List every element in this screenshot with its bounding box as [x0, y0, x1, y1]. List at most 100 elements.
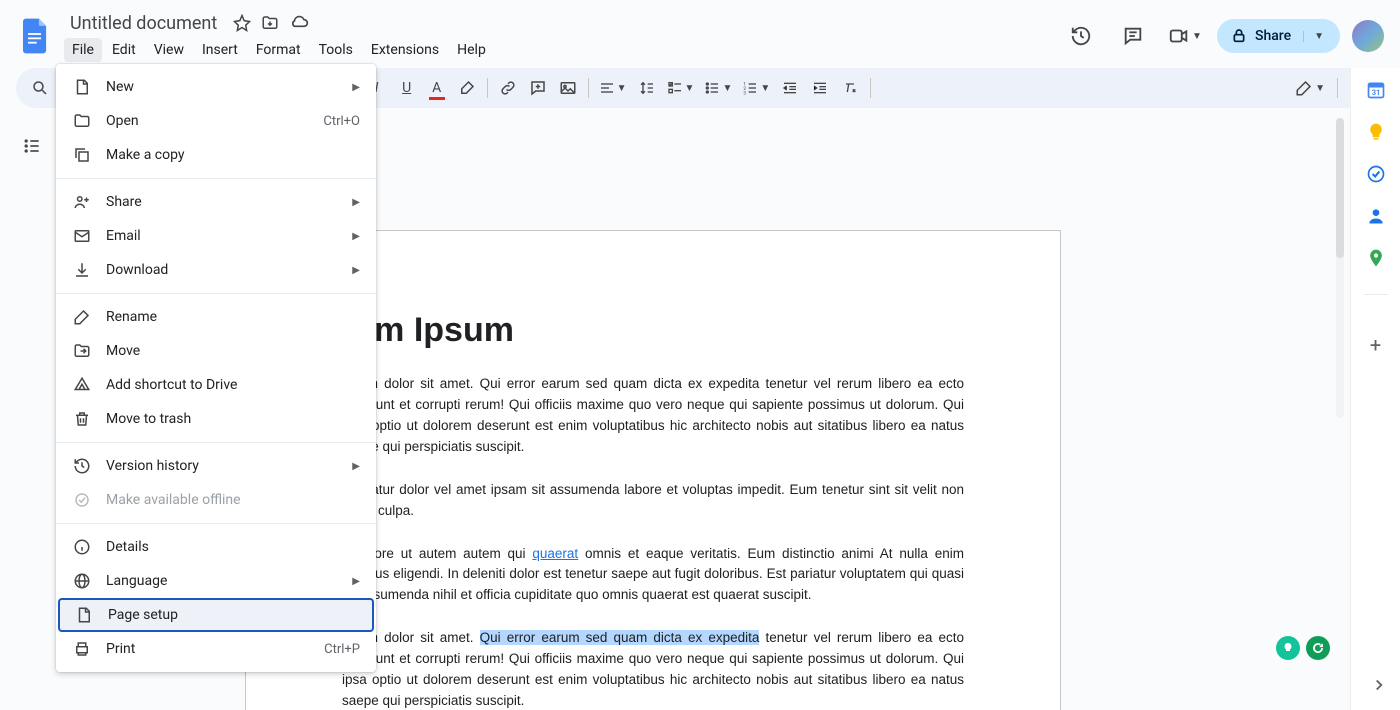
- menu-item-move[interactable]: Move: [56, 334, 376, 368]
- menu-item-make-copy[interactable]: Make a copy: [56, 138, 376, 172]
- get-addons-button[interactable]: +: [1370, 333, 1381, 357]
- menu-label: Version history: [106, 458, 338, 474]
- menu-item-details[interactable]: Details: [56, 530, 376, 564]
- numbered-list-button[interactable]: 123▼: [738, 74, 774, 102]
- decrease-indent-button[interactable]: [776, 74, 804, 102]
- contacts-app-icon[interactable]: [1366, 206, 1386, 226]
- title-area: Untitled document File Edit View Insert …: [64, 11, 1061, 62]
- doc-paragraph[interactable]: d dolore ut autem autem qui quaerat omni…: [342, 544, 964, 607]
- share-label: Share: [1255, 28, 1291, 44]
- menu-separator: [56, 442, 376, 443]
- menubar: File Edit View Insert Format Tools Exten…: [64, 38, 1061, 62]
- menu-label: Print: [106, 641, 310, 657]
- line-spacing-button[interactable]: [633, 74, 661, 102]
- page-setup-icon: [74, 605, 94, 625]
- menu-label: Add shortcut to Drive: [106, 377, 360, 393]
- menu-label: New: [106, 79, 338, 95]
- menu-item-version-history[interactable]: Version history ▶: [56, 449, 376, 483]
- document-icon: [72, 77, 92, 97]
- doc-paragraph[interactable]: sequatur dolor vel amet ipsam sit assume…: [342, 480, 964, 522]
- menu-item-share[interactable]: Share ▶: [56, 185, 376, 219]
- menu-item-new[interactable]: New ▶: [56, 70, 376, 104]
- menu-item-download[interactable]: Download ▶: [56, 253, 376, 287]
- history-icon[interactable]: [1061, 16, 1101, 56]
- checklist-button[interactable]: ▼: [663, 74, 699, 102]
- toolbar-separator: [588, 78, 589, 98]
- document-title[interactable]: Untitled document: [64, 11, 223, 36]
- menu-item-move-trash[interactable]: Move to trash: [56, 402, 376, 436]
- bulleted-list-button[interactable]: ▼: [700, 74, 736, 102]
- account-avatar[interactable]: [1352, 20, 1384, 52]
- floating-badges: [1276, 636, 1330, 660]
- menu-item-open[interactable]: Open Ctrl+O: [56, 104, 376, 138]
- editing-mode-button[interactable]: ▼: [1291, 74, 1329, 102]
- insert-link-button[interactable]: [494, 74, 522, 102]
- hide-side-panel-button[interactable]: [1370, 676, 1388, 694]
- highlight-color-button[interactable]: [453, 74, 481, 102]
- header: Untitled document File Edit View Insert …: [0, 0, 1400, 64]
- comments-icon[interactable]: [1113, 16, 1153, 56]
- menu-label: Move to trash: [106, 411, 360, 427]
- menu-extensions[interactable]: Extensions: [363, 38, 447, 62]
- menu-format[interactable]: Format: [248, 38, 309, 62]
- menu-item-language[interactable]: Language ▶: [56, 564, 376, 598]
- doc-heading[interactable]: rem Ipsum: [342, 311, 964, 350]
- offline-icon: [72, 490, 92, 510]
- menu-label: Share: [106, 194, 338, 210]
- menu-item-rename[interactable]: Rename: [56, 300, 376, 334]
- selected-text[interactable]: Qui error earum sed quam dicta ex expedi…: [480, 630, 760, 645]
- menu-label: Download: [106, 262, 338, 278]
- move-icon: [72, 341, 92, 361]
- move-folder-icon[interactable]: [261, 14, 279, 32]
- toolbar-separator: [487, 78, 488, 98]
- calendar-app-icon[interactable]: 31: [1366, 80, 1386, 100]
- increase-indent-button[interactable]: [806, 74, 834, 102]
- underline-button[interactable]: U: [393, 74, 421, 102]
- menu-item-add-shortcut[interactable]: Add shortcut to Drive: [56, 368, 376, 402]
- menu-file[interactable]: File: [64, 38, 102, 62]
- maps-app-icon[interactable]: [1366, 248, 1386, 268]
- docs-logo-icon[interactable]: [16, 16, 56, 56]
- menu-label: Email: [106, 228, 338, 244]
- doc-paragraph[interactable]: ipsum dolor sit amet. Qui error earum se…: [342, 374, 964, 458]
- menu-separator: [56, 523, 376, 524]
- copy-icon: [72, 145, 92, 165]
- insert-image-button[interactable]: [554, 74, 582, 102]
- star-icon[interactable]: [233, 14, 251, 32]
- tasks-app-icon[interactable]: [1366, 164, 1386, 184]
- toolbar-separator: [1337, 78, 1338, 98]
- menu-label: Make available offline: [106, 492, 360, 508]
- side-panel: 31 +: [1350, 68, 1400, 710]
- extension-badge-icon[interactable]: [1276, 636, 1300, 660]
- menu-help[interactable]: Help: [449, 38, 494, 62]
- search-menus-icon[interactable]: [26, 74, 54, 102]
- menu-item-print[interactable]: Print Ctrl+P: [56, 632, 376, 666]
- clear-formatting-button[interactable]: [836, 74, 864, 102]
- menu-item-email[interactable]: Email ▶: [56, 219, 376, 253]
- menu-label: Open: [106, 113, 309, 129]
- history-icon: [72, 456, 92, 476]
- meet-button[interactable]: ▼: [1165, 16, 1205, 56]
- submenu-arrow-icon: ▶: [352, 231, 360, 242]
- menu-edit[interactable]: Edit: [104, 38, 144, 62]
- scrollbar-thumb[interactable]: [1336, 118, 1344, 258]
- vertical-scrollbar[interactable]: [1336, 118, 1344, 418]
- menu-view[interactable]: View: [146, 38, 192, 62]
- menu-insert[interactable]: Insert: [194, 38, 246, 62]
- doc-paragraph[interactable]: ipsum dolor sit amet. Qui error earum se…: [342, 628, 964, 710]
- share-dropdown-icon[interactable]: ▼: [1303, 31, 1324, 42]
- text-color-button[interactable]: A: [423, 74, 451, 102]
- menu-label: Make a copy: [106, 147, 360, 163]
- menu-item-page-setup[interactable]: Page setup: [58, 598, 374, 632]
- toolbar-separator: [870, 78, 871, 98]
- align-button[interactable]: ▼: [595, 74, 631, 102]
- submenu-arrow-icon: ▶: [352, 197, 360, 208]
- add-comment-button[interactable]: [524, 74, 552, 102]
- keep-app-icon[interactable]: [1366, 122, 1386, 142]
- cloud-status-icon[interactable]: [289, 13, 309, 33]
- grammarly-badge-icon[interactable]: [1306, 636, 1330, 660]
- doc-link[interactable]: quaerat: [532, 546, 578, 561]
- svg-text:31: 31: [1371, 88, 1380, 97]
- menu-tools[interactable]: Tools: [311, 38, 361, 62]
- share-button[interactable]: Share ▼: [1217, 19, 1340, 53]
